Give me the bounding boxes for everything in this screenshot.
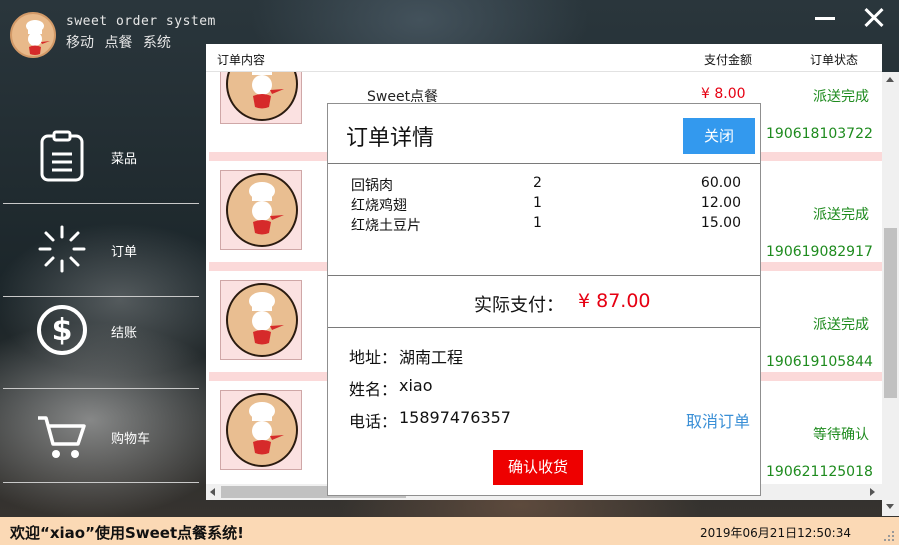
sidebar-divider (3, 482, 199, 483)
dish-quantity: 1 (533, 215, 542, 231)
column-header-status: 订单状态 (810, 53, 859, 67)
dish-thumbnail (220, 390, 302, 470)
clipboard-icon (40, 130, 84, 182)
app-title-english: sweet order system (66, 14, 216, 29)
sidebar-item-dishes[interactable]: 菜品 (0, 110, 200, 205)
shopping-cart-icon (38, 416, 86, 458)
dialog-divider (328, 327, 760, 328)
dish-thumbnail (220, 280, 302, 360)
scroll-down-arrow-icon[interactable] (886, 504, 894, 509)
dish-item-row: 回锅肉 2 60.00 (351, 175, 741, 195)
dish-name: 回锅肉 (351, 178, 393, 194)
app-logo (10, 12, 56, 58)
dish-price: 60.00 (700, 175, 741, 191)
sidebar-item-label: 购物车 (111, 432, 151, 447)
scroll-up-arrow-icon[interactable] (886, 77, 894, 82)
order-status: 派送完成 (813, 89, 869, 105)
order-table-header: 订单内容 支付金额 订单状态 (206, 44, 882, 72)
sidebar-item-cart[interactable]: 购物车 (0, 390, 200, 485)
dialog-close-button[interactable]: 关闭 (683, 118, 755, 154)
dish-thumbnail (220, 72, 302, 124)
paid-label: 实际支付： (474, 295, 564, 316)
confirm-receipt-button[interactable]: 确认收货 (493, 450, 583, 485)
scroll-left-arrow-icon[interactable] (210, 488, 215, 496)
dish-thumbnail (220, 170, 302, 250)
column-header-amount: 支付金额 (704, 53, 753, 67)
dish-price: 12.00 (700, 195, 741, 211)
column-header-content: 订单内容 (217, 53, 266, 67)
dish-name: 红烧土豆片 (351, 218, 421, 234)
vertical-scrollbar[interactable] (882, 72, 899, 516)
sidebar-divider (3, 388, 199, 389)
minimize-button[interactable] (812, 8, 838, 30)
sidebar-item-checkout[interactable]: $ 结账 (0, 284, 200, 379)
welcome-message: 欢迎“xiao”使用Sweet点餐系统! (10, 524, 244, 542)
order-detail-dialog: 订单详情 关闭 回锅肉 2 60.00 红烧鸡翅 1 12.00 红烧土豆片 1… (327, 103, 761, 496)
loading-spinner-icon (38, 225, 86, 273)
order-id: 190619082917 (766, 244, 873, 260)
sidebar-item-label: 订单 (111, 245, 138, 260)
dialog-title: 订单详情 (346, 126, 435, 151)
sidebar-item-label: 菜品 (111, 152, 138, 167)
dialog-divider (328, 275, 760, 276)
paid-amount: ¥ 87.00 (578, 290, 651, 312)
address-label: 地址： (349, 348, 398, 367)
dish-price: 15.00 (700, 215, 741, 231)
address-value: 湖南工程 (399, 348, 464, 367)
chef-mascot-icon (226, 173, 298, 247)
chef-mascot-icon (226, 283, 298, 357)
sidebar-item-label: 结账 (111, 326, 138, 341)
name-value: xiao (399, 376, 433, 395)
resize-grip-icon[interactable] (882, 529, 896, 543)
order-id: 190619105844 (766, 354, 873, 370)
dish-quantity: 2 (533, 175, 542, 191)
status-bar: 欢迎“xiao”使用Sweet点餐系统! 2019年06月21日12:50:34 (0, 517, 899, 545)
phone-label: 电话： (349, 412, 398, 431)
dish-item-row: 红烧鸡翅 1 12.00 (351, 195, 741, 215)
scroll-right-arrow-icon[interactable] (870, 488, 875, 496)
vertical-scroll-thumb[interactable] (884, 228, 897, 398)
dish-name: 红烧鸡翅 (351, 198, 407, 214)
phone-value: 15897476357 (399, 408, 511, 427)
current-datetime: 2019年06月21日12:50:34 (700, 526, 851, 540)
dish-quantity: 1 (533, 195, 542, 211)
order-amount: ¥ 8.00 (701, 86, 746, 102)
dish-item-row: 红烧土豆片 1 15.00 (351, 215, 741, 235)
dialog-divider (328, 163, 760, 164)
name-label: 姓名： (349, 380, 398, 399)
order-status: 派送完成 (813, 317, 869, 333)
dollar-circle-icon: $ (37, 305, 87, 355)
order-id: 190618103722 (766, 126, 873, 142)
cancel-order-link[interactable]: 取消订单 (686, 408, 750, 432)
order-status: 派送完成 (813, 207, 869, 223)
chef-mascot-icon (226, 393, 298, 467)
order-id: 190621125018 (766, 464, 873, 480)
close-window-button[interactable] (861, 6, 887, 30)
svg-text:$: $ (52, 313, 73, 348)
order-status: 等待确认 (813, 427, 869, 443)
chef-mascot-icon (226, 72, 298, 121)
app-title-chinese: 移动 点餐 系统 (66, 35, 171, 51)
